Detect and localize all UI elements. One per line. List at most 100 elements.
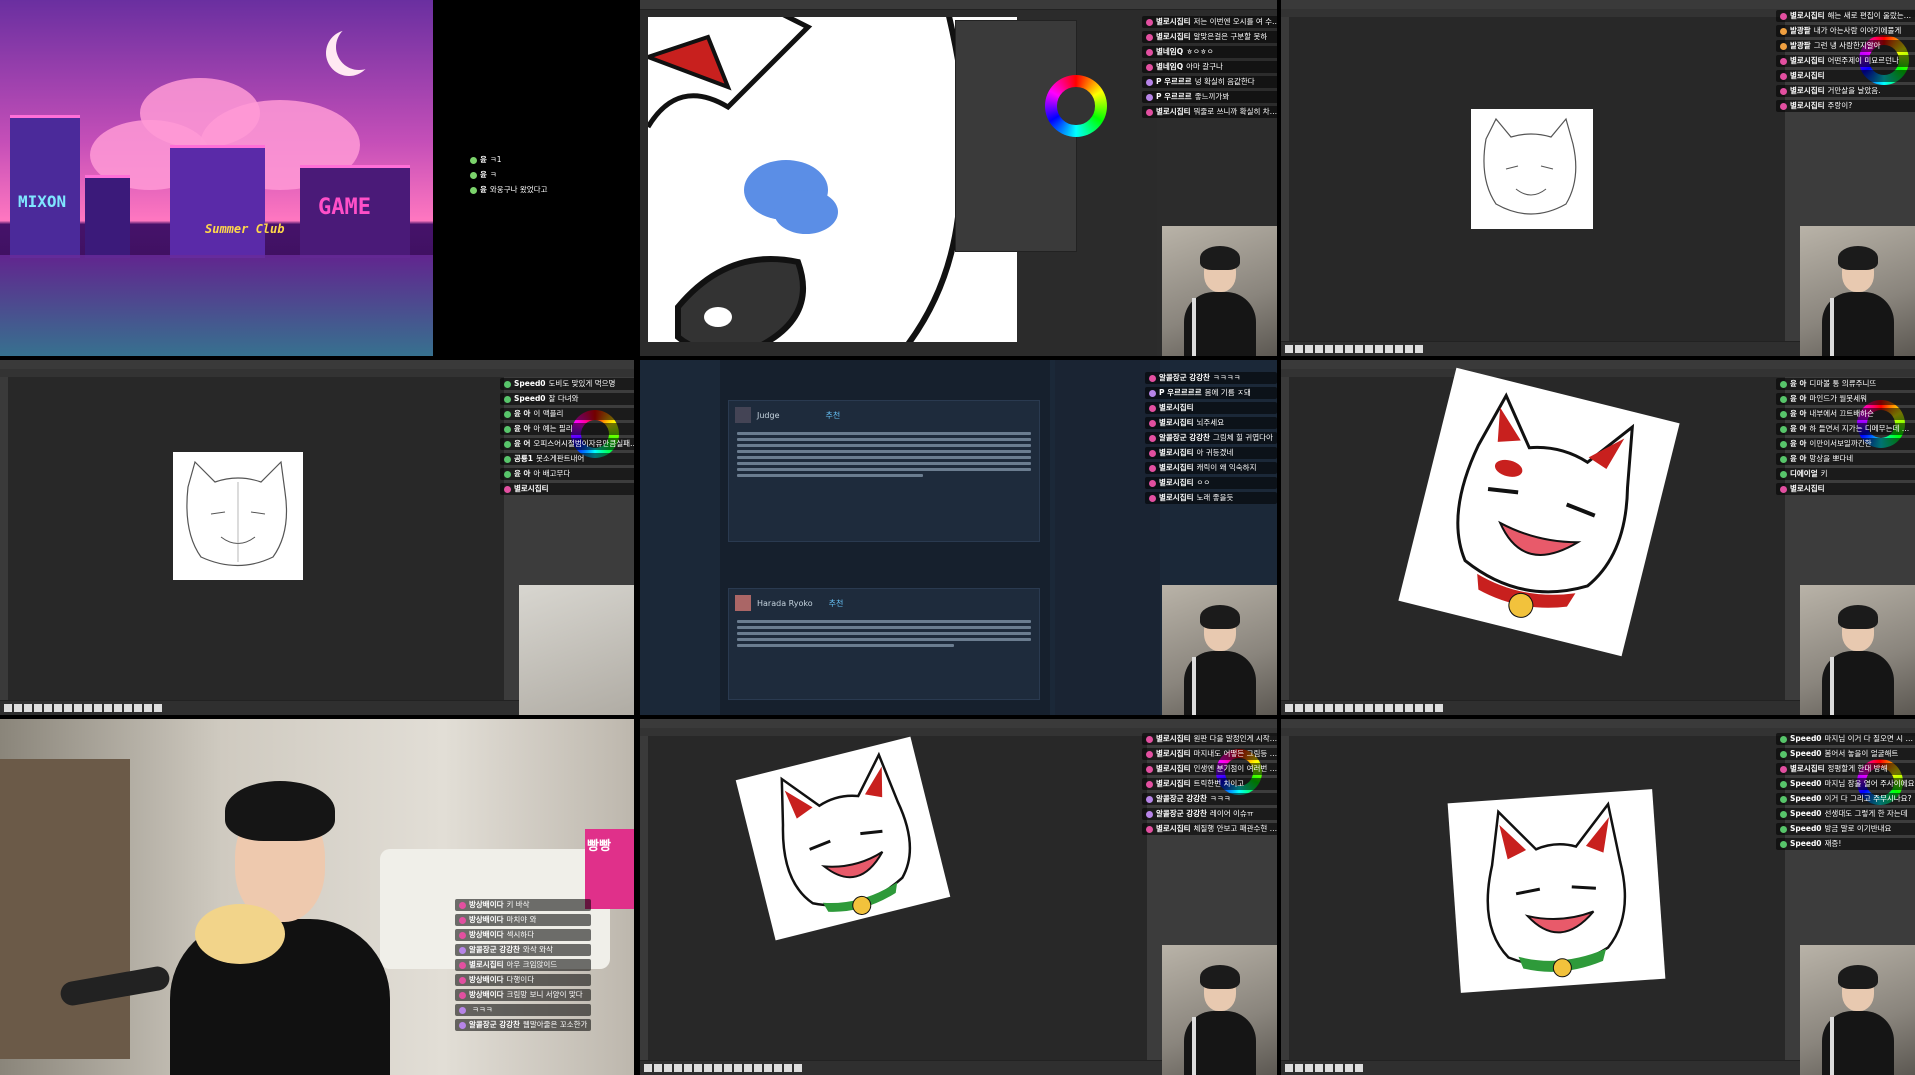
chat-message: 별로시집티 (1776, 483, 1915, 495)
chat-message: 디에이얼 키 (1776, 468, 1915, 480)
chat-message: 방상배이다 키 바삭 (455, 899, 592, 911)
chat-message: 알콜장군 강강찬 ㅋㅋㅋ (1142, 793, 1277, 805)
chat-message: 별로시집티해는 새로 편집이 울랐는데, 기존 우로겠다 (1776, 10, 1915, 22)
sign-right: GAME (318, 195, 371, 220)
chat-message: 알콜장군 강강찬 웹말아줄은 꼬소한가 (455, 1019, 592, 1031)
canvas-area[interactable] (1289, 367, 1785, 701)
chat-message: 윤 아 디마볼 통 의류주니뜨 (1776, 378, 1915, 390)
chat-message: 별로시집티 노래 좋을듯 (1145, 492, 1277, 504)
tool-strip[interactable] (640, 736, 648, 1075)
cell-paint-colored[interactable]: 윤 아 디마볼 통 의류주니뜨 윤 아 마인드가 월못세워 윤 아 내부에서 끄트배하… (1281, 360, 1915, 715)
chat-message: 별로시집티체질행 안보고 패관수현 잘하요! (1142, 823, 1277, 835)
chat-overlay: 방상배이다 키 바삭 방상배이다 마치야 와 방상배이다 섹시하다 알콜장군 강강찬 와… (455, 899, 592, 1031)
chat-message: 별로시집티 (500, 483, 634, 495)
canvas-area[interactable] (8, 377, 504, 701)
chat-message: Speed0마지님 이거 다 질오면 시 놓을지 날 거 같아요 (1776, 733, 1915, 745)
sign-center: Summer Club (205, 222, 285, 236)
chat-message: 윤 아이 맥플리 (500, 408, 634, 420)
cat-artwork (1447, 789, 1666, 993)
cell-paint-sketch-2[interactable]: Speed0 도비도 맞있게 먹으명 Speed0 잘 다녀와 윤 아이 맥플리 윤… (0, 360, 634, 715)
chat-message: 별로시집티 어떤주제이 미묘르던나 (1776, 55, 1915, 67)
chat-message: 윤 아 내부에서 끄트배하슨 (1776, 408, 1915, 420)
city-illustration: MIXON Summer Club GAME (0, 0, 433, 356)
webcam-feed (1162, 945, 1277, 1075)
color-wheel[interactable] (1045, 75, 1107, 137)
chat-message: 윤ㅋ (466, 169, 552, 181)
review-verdict: 추천 (825, 410, 841, 420)
chat-overlay: 별로시집티저는 이번엔 오시를 여 수업에 대해서 알게됐는데 별로시집티알맞은… (1142, 16, 1277, 118)
chat-overlay: 알콜장군 강강찬 ㅋㅋㅋㅋ P 우르르르르 몸에 기름 ㅈ돼 별로시집티 별로시집티… (1145, 372, 1277, 504)
sketch-paper (1471, 109, 1593, 229)
chat-message: Speed0 마지님 장울 열어 주사이에요 (1776, 778, 1915, 790)
webcam-feed (1800, 945, 1915, 1075)
chat-overlay: 윤 ㅋ1 윤ㅋ 윤 와웅구나 왔었다고 (466, 154, 552, 196)
cell-city-scene[interactable]: MIXON Summer Club GAME 윤 ㅋ1 윤ㅋ 윤 와웅구나 왔었다고 (0, 0, 634, 356)
cell-paint-zoomed[interactable]: 별로시집티저는 이번엔 오시를 여 수업에 대해서 알게됐는데 별로시집티알맞은… (640, 0, 1277, 356)
cell-paint-sketch[interactable]: 별로시집티해는 새로 편집이 울랐는데, 기존 우로겠다 발광팔내가 아는사람 … (1281, 0, 1915, 356)
chat-message: Speed0 봄어서 놓을이 얼굴해트 (1776, 748, 1915, 760)
box-label: 빵빵 (587, 839, 611, 854)
chat-message: Speed0 이거 다 그리고 주무시나요? (1776, 793, 1915, 805)
cell-paint-colored-2[interactable]: 별로시집티원판 다을 말정인게 시작하는거야 별로시집티마지내도 어떻든 그림등… (640, 719, 1277, 1075)
app-menubar[interactable] (640, 0, 1277, 10)
cat-artwork (735, 736, 951, 941)
tool-strip[interactable] (1281, 17, 1289, 356)
chat-overlay: 별로시집티원판 다을 말정인게 시작하는거야 별로시집티마지내도 어떻든 그림등… (1142, 733, 1277, 835)
review-card[interactable]: Judge 추천 (728, 400, 1040, 542)
chat-message: 별로시집티원판 다을 말정인게 시작하는거야 (1142, 733, 1277, 745)
cell-review-page[interactable]: Judge 추천 Harada Ryoko 추천 알콜장군 강강찬 ㅋㅋㅋㅋ P … (640, 360, 1277, 715)
review-card[interactable]: Harada Ryoko 추천 (728, 588, 1040, 700)
avatar (735, 595, 751, 611)
tool-strip[interactable] (1281, 736, 1289, 1075)
canvas-area[interactable] (1289, 736, 1785, 1061)
cell-webcam-full[interactable]: 빵빵 방상배이다 키 바삭 방상배이다 마치야 와 방상배이다 섹시하다 알콜장군 강… (0, 719, 634, 1075)
chat-message: 윤 ㅋ1 (466, 154, 552, 166)
chat-message: 별로시집티 트릭한번 치이고 (1142, 778, 1277, 790)
tool-strip[interactable] (1281, 377, 1289, 715)
chat-message: 방상배이다 마치야 와 (455, 914, 592, 926)
layers-panel[interactable] (955, 20, 1077, 252)
chat-message: 방상배이다 섹시하다 (455, 929, 592, 941)
food-item (195, 904, 285, 964)
review-author[interactable]: Judge (757, 411, 780, 420)
stream-grid: MIXON Summer Club GAME 윤 ㅋ1 윤ㅋ 윤 와웅구나 왔었다고 (0, 0, 1915, 1075)
webcam-feed (1162, 585, 1277, 715)
tool-strip[interactable] (0, 377, 8, 715)
chat-message: 알콜장군 강강찬 그림체 힐 귀엽다아 (1145, 432, 1277, 444)
webcam-feed (1800, 585, 1915, 715)
person-hair (225, 781, 335, 841)
review-verdict: 추천 (828, 598, 844, 608)
avatar (735, 407, 751, 423)
chat-message: 별로시집티뭐줄로 쓰니까 확실히 차이를 느끼겠음 (1142, 106, 1277, 118)
chat-message: 발광팔 그런 냉 사람한지알아 (1776, 40, 1915, 52)
chat-message: 알콜장군 강강찬 레이어 이슈ㅠ (1142, 808, 1277, 820)
canvas-area[interactable] (1289, 17, 1785, 342)
chat-message: 윤 아하 들면서 지가는 디메무는데 뭐 문이었던데 (1776, 423, 1915, 435)
chat-message: 별로시집티 뇌주세요 (1145, 417, 1277, 429)
chat-message: 별로시집티 주랑이? (1776, 100, 1915, 112)
cat-artwork (1398, 367, 1680, 657)
chat-message: 별로시집티 캐릭이 왜 익숙하지 (1145, 462, 1277, 474)
chat-message: 별로시집티 ㅇㅇ (1145, 477, 1277, 489)
webcam-feed (1800, 226, 1915, 356)
webcam-feed (1162, 226, 1277, 356)
chat-message: 공룡1 못소게판트내어 (500, 453, 634, 465)
chat-message: 윤 아아 배고무다 (500, 468, 634, 480)
moon-icon (336, 24, 382, 70)
chat-message: 방상배이다 다행이다 (455, 974, 592, 986)
chat-message: 별로시집티인생엔 분기점이 여러번 온다고 (1142, 763, 1277, 775)
options-bar[interactable] (1281, 369, 1915, 377)
chat-message: 윤 아 마인드가 월못세워 (1776, 393, 1915, 405)
sign-left: MIXON (18, 192, 67, 211)
chat-message: P 우르르르 좋느끼가봐 (1142, 91, 1277, 103)
chat-message: 발광팔 내가 아는사람 이야기에풀게 (1776, 25, 1915, 37)
chat-message: 윤 아 망상을 뽀다네 (1776, 453, 1915, 465)
chat-message: 윤 아아 예는 필리 (500, 423, 634, 435)
options-bar[interactable] (0, 369, 634, 377)
cell-paint-colored-3[interactable]: Speed0마지님 이거 다 질오면 시 놓을지 날 거 같아요 Speed0봄… (1281, 719, 1915, 1075)
chat-message: 방상배이다 크림망 보니 서양이 맞다 (455, 989, 592, 1001)
chat-message: 별로시집티마지내도 어떻든 그림등 놀고있던 알느니, 생장중이요 (1142, 748, 1277, 760)
review-author[interactable]: Harada Ryoko (757, 599, 813, 608)
canvas-area[interactable] (648, 736, 1147, 1061)
chat-message: 윤 와웅구나 왔었다고 (466, 184, 552, 196)
